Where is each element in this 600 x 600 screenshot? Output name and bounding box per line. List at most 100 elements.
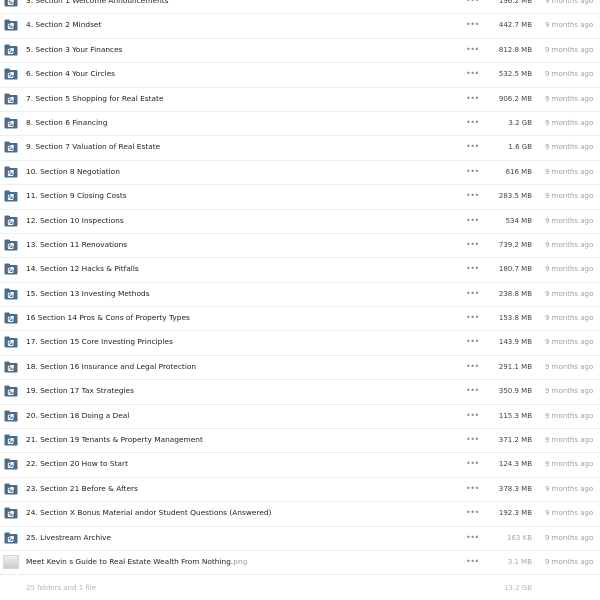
- folder-row[interactable]: 6. Section 4 Your Circles ••• 532.5 MB 9 mo…: [0, 63, 600, 88]
- shared-folder-icon: [4, 532, 18, 544]
- item-size: 124.3 MB: [498, 460, 532, 469]
- more-options-icon[interactable]: •••: [466, 434, 479, 446]
- more-options-icon[interactable]: •••: [466, 68, 479, 80]
- item-size: 378.3 MB: [498, 484, 532, 493]
- item-name[interactable]: 19. Section 17 Tax Strategies: [26, 385, 134, 397]
- item-name[interactable]: 3. Section 1 Welcome Announcements: [26, 0, 169, 7]
- item-size: 534 MB: [505, 216, 532, 225]
- more-options-icon[interactable]: •••: [466, 141, 479, 153]
- folder-row[interactable]: 22. Section 20 How to Start ••• 124.3 MB 9 …: [0, 453, 600, 478]
- item-name[interactable]: 12. Section 10 Inspections: [26, 215, 124, 227]
- folder-row[interactable]: 19. Section 17 Tax Strategies ••• 350.9 MB…: [0, 380, 600, 405]
- shared-folder-icon: [4, 312, 18, 324]
- folder-row[interactable]: 20. Section 18 Doing a Deal ••• 115.3 MB 9 …: [0, 405, 600, 430]
- item-name[interactable]: 18. Section 16 Insurance and Legal Prote…: [26, 361, 196, 373]
- more-options-icon[interactable]: •••: [466, 410, 479, 422]
- folder-row[interactable]: 14. Section 12 Hacks & Pitfalls ••• 180.7 …: [0, 258, 600, 283]
- item-modified-date: 9 months ago: [545, 118, 594, 127]
- more-options-icon[interactable]: •••: [466, 483, 479, 495]
- folder-row[interactable]: 12. Section 10 Inspections ••• 534 MB 9 mon…: [0, 210, 600, 234]
- folder-row[interactable]: 13. Section 11 Renovations ••• 739.2 MB 9 m…: [0, 234, 600, 259]
- item-name[interactable]: 7. Section 5 Shopping for Real Estate: [26, 93, 164, 105]
- item-name[interactable]: Meet Kevin s Guide to Real Estate Wealth…: [26, 556, 247, 568]
- item-name[interactable]: 17. Section 15 Core Investing Principles: [26, 336, 173, 348]
- item-size: 442.7 MB: [498, 21, 532, 30]
- more-options-icon[interactable]: •••: [466, 19, 479, 31]
- more-options-icon[interactable]: •••: [466, 44, 479, 56]
- item-name[interactable]: 13. Section 11 Renovations: [26, 239, 127, 251]
- more-options-icon[interactable]: •••: [466, 0, 479, 7]
- folder-row[interactable]: 16 Section 14 Pros & Cons of Property Ty…: [0, 307, 600, 332]
- more-options-icon[interactable]: •••: [466, 312, 479, 324]
- shared-folder-icon: [4, 68, 18, 80]
- item-name[interactable]: 22. Section 20 How to Start: [26, 458, 128, 470]
- more-options-icon[interactable]: •••: [466, 532, 479, 544]
- file-extension: .png: [230, 556, 248, 566]
- folder-row[interactable]: 24. Section X Bonus Material andor Stude…: [0, 502, 600, 527]
- item-modified-date: 9 months ago: [545, 70, 594, 79]
- item-name[interactable]: 23. Section 21 Before & Afters: [26, 483, 138, 495]
- item-modified-date: 9 months ago: [545, 362, 594, 371]
- item-modified-date: 9 months ago: [545, 192, 594, 201]
- folder-row[interactable]: 11. Section 9 Closing Costs ••• 283.5 MB 9 …: [0, 185, 600, 210]
- more-options-icon[interactable]: •••: [466, 117, 479, 129]
- folder-row[interactable]: 8. Section 6 Financing ••• 3.2 GB 9 months …: [0, 112, 600, 137]
- more-options-icon[interactable]: •••: [466, 263, 479, 275]
- item-size: 3.2 GB: [508, 118, 532, 127]
- item-name[interactable]: 9. Section 7 Valuation of Real Estate: [26, 141, 160, 153]
- more-options-icon[interactable]: •••: [466, 507, 479, 519]
- folder-row[interactable]: 9. Section 7 Valuation of Real Estate •••…: [0, 136, 600, 161]
- more-options-icon[interactable]: •••: [466, 336, 479, 348]
- more-options-icon[interactable]: •••: [466, 215, 479, 227]
- item-name[interactable]: 21. Section 19 Tenants & Property Manage…: [26, 434, 203, 446]
- item-name[interactable]: 24. Section X Bonus Material andor Stude…: [26, 507, 271, 519]
- item-name[interactable]: 20. Section 18 Doing a Deal: [26, 410, 129, 422]
- item-size: 163 KB: [507, 533, 532, 542]
- folder-row[interactable]: 15. Section 13 Investing Methods ••• 238.8…: [0, 283, 600, 308]
- more-options-icon[interactable]: •••: [466, 93, 479, 105]
- folder-row[interactable]: 21. Section 19 Tenants & Property Manage…: [0, 429, 600, 454]
- item-size: 616 MB: [505, 167, 532, 176]
- shared-folder-icon: [4, 93, 18, 105]
- shared-folder-icon: [4, 166, 18, 178]
- folder-row[interactable]: 23. Section 21 Before & Afters ••• 378.3 M…: [0, 478, 600, 503]
- more-options-icon[interactable]: •••: [466, 385, 479, 397]
- list-summary: 25 folders and 1 file 13.2 GB: [0, 575, 600, 599]
- shared-folder-icon: [4, 385, 18, 397]
- item-name[interactable]: 8. Section 6 Financing: [26, 117, 107, 129]
- item-name[interactable]: 5. Section 3 Your Finances: [26, 44, 123, 56]
- folder-row[interactable]: 17. Section 15 Core Investing Principles…: [0, 331, 600, 356]
- folder-row[interactable]: 3. Section 1 Welcome Announcements ••• 196…: [0, 0, 600, 15]
- folder-row[interactable]: 4. Section 2 Mindset ••• 442.7 MB 9 months …: [0, 14, 600, 39]
- item-name[interactable]: 16 Section 14 Pros & Cons of Property Ty…: [26, 312, 190, 324]
- shared-folder-icon: [4, 336, 18, 348]
- item-modified-date: 9 months ago: [545, 289, 594, 298]
- more-options-icon[interactable]: •••: [466, 166, 479, 178]
- file-row[interactable]: Meet Kevin s Guide to Real Estate Wealth…: [0, 551, 600, 576]
- folder-row[interactable]: 25. Livestream Archive ••• 163 KB 9 months …: [0, 527, 600, 551]
- item-modified-date: 9 months ago: [545, 45, 594, 54]
- folder-row[interactable]: 5. Section 3 Your Finances ••• 812.8 MB 9 m…: [0, 39, 600, 64]
- shared-folder-icon: [4, 434, 18, 446]
- more-options-icon[interactable]: •••: [466, 239, 479, 251]
- folder-row[interactable]: 10. Section 8 Negotiation ••• 616 MB 9 mont…: [0, 161, 600, 186]
- item-name[interactable]: 10. Section 8 Negotiation: [26, 166, 120, 178]
- more-options-icon[interactable]: •••: [466, 458, 479, 470]
- item-name[interactable]: 25. Livestream Archive: [26, 532, 111, 544]
- folder-row[interactable]: 7. Section 5 Shopping for Real Estate •••…: [0, 88, 600, 112]
- shared-folder-icon: [4, 458, 18, 470]
- item-name[interactable]: 4. Section 2 Mindset: [26, 19, 101, 31]
- more-options-icon[interactable]: •••: [466, 288, 479, 300]
- item-name[interactable]: 6. Section 4 Your Circles: [26, 68, 115, 80]
- item-modified-date: 9 months ago: [545, 436, 594, 445]
- item-size: 739.2 MB: [498, 240, 532, 249]
- more-options-icon[interactable]: •••: [466, 361, 479, 373]
- item-size: 906.2 MB: [498, 94, 532, 103]
- more-options-icon[interactable]: •••: [466, 556, 479, 568]
- item-name[interactable]: 15. Section 13 Investing Methods: [26, 288, 150, 300]
- item-modified-date: 9 months ago: [545, 21, 594, 30]
- item-name[interactable]: 14. Section 12 Hacks & Pitfalls: [26, 263, 139, 275]
- folder-row[interactable]: 18. Section 16 Insurance and Legal Prote…: [0, 356, 600, 381]
- more-options-icon[interactable]: •••: [466, 190, 479, 202]
- item-name[interactable]: 11. Section 9 Closing Costs: [26, 190, 127, 202]
